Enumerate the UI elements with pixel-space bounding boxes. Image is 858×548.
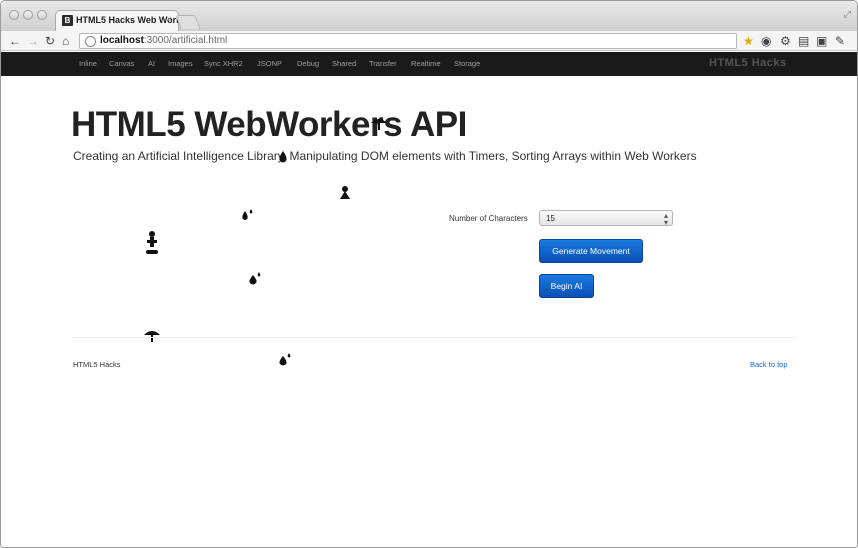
forward-arrow-icon[interactable]: → [27,33,39,49]
drops-character-icon-3 [279,353,291,366]
nav-item-realtime[interactable]: Realtime [411,59,441,68]
footer-divider [71,337,796,338]
select-arrows-icon: ▴ ▾ [663,211,668,227]
navbar-brand[interactable]: HTML5 Hacks [709,57,787,69]
browser-toolbar: ← → ↻ ⌂ localhost:3000/artificial.html ★… [1,31,857,51]
browser-window: B HTML5 Hacks Web Workers × ⤢ ← → ↻ ⌂ lo… [0,0,858,548]
tab-favicon-icon: B [62,15,73,26]
nav-item-canvas[interactable]: Canvas [109,59,134,68]
begin-ai-button[interactable]: Begin AI [539,274,594,298]
nav-item-transfer[interactable]: Transfer [369,59,397,68]
umbrella-character-icon [371,119,387,130]
back-arrow-icon[interactable]: ← [9,33,21,49]
minimize-window-button[interactable] [23,10,33,20]
zoom-window-button[interactable] [37,10,47,20]
figure-character-icon [146,231,158,254]
wrench-icon[interactable]: ✎ [835,33,845,49]
nav-item-storage[interactable]: Storage [454,59,480,68]
extension-page-icon[interactable]: ▤ [798,33,809,49]
extension-puzzle-icon[interactable]: ⚙ [780,33,791,49]
address-bar[interactable]: localhost:3000/artificial.html [79,33,737,49]
page-subtitle: Creating an Artificial Intelligence Libr… [73,149,697,163]
url-text: localhost:3000/artificial.html [100,35,228,46]
site-navbar: Inline Canvas AI Images Sync XHR2 JSONP … [1,52,857,76]
drops-character-icon-2 [249,272,261,285]
nav-item-debug[interactable]: Debug [297,59,319,68]
page-title: HTML5 WebWorkers API [71,105,467,144]
extension-circle-icon[interactable]: ◉ [761,33,771,49]
home-icon[interactable]: ⌂ [62,33,69,49]
browser-tab[interactable]: B HTML5 Hacks Web Workers × [55,10,195,31]
reload-icon[interactable]: ↻ [45,33,55,49]
characters-label: Number of Characters [449,214,528,223]
nav-item-ai[interactable]: AI [148,59,155,68]
drop-character-icon [279,151,287,163]
nav-item-jsonp[interactable]: JSONP [257,59,282,68]
characters-select-value: 15 [546,214,555,223]
globe-icon [85,36,96,47]
new-tab-button[interactable] [175,15,201,29]
nav-item-images[interactable]: Images [168,59,193,68]
person-character-icon [340,186,350,199]
umbrella-character-icon-2 [144,331,160,342]
nav-item-inline[interactable]: Inline [79,59,97,68]
bookmark-star-icon[interactable]: ★ [743,33,754,49]
footer-brand: HTML5 Hacks [73,360,121,369]
tab-close-icon[interactable]: × [166,14,172,25]
nav-item-shared[interactable]: Shared [332,59,356,68]
nav-item-sync-xhr2[interactable]: Sync XHR2 [204,59,243,68]
extension-window-icon[interactable]: ▣ [816,33,827,49]
close-window-button[interactable] [9,10,19,20]
fullscreen-icon[interactable]: ⤢ [844,9,851,20]
back-to-top-link[interactable]: Back to top [750,360,788,369]
tab-strip: B HTML5 Hacks Web Workers × ⤢ [1,1,857,31]
characters-select[interactable]: 15 ▴ ▾ [539,210,673,227]
drops-character-icon [242,209,253,220]
generate-movement-button[interactable]: Generate Movement [539,239,643,263]
